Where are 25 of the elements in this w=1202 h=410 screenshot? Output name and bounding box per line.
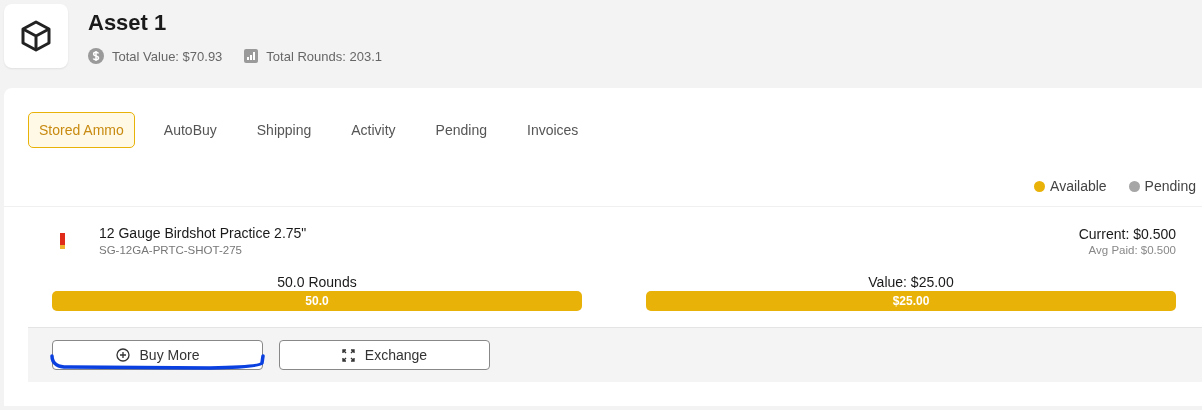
meter-label: 50.0 Rounds <box>276 274 358 290</box>
stat-text: Total Value: $70.93 <box>112 48 223 64</box>
legend-label: Available <box>1050 178 1107 194</box>
legend-label: Pending <box>1144 178 1196 194</box>
avg-paid: Avg Paid: $0.500 <box>1087 243 1176 256</box>
product-name: 12 Gauge Birdshot Practice 2.75" <box>99 225 308 241</box>
bar-chart-icon <box>244 49 259 63</box>
tab[interactable]: AutoBuy <box>152 112 228 148</box>
progress-bar: 50.0 <box>52 291 582 311</box>
tab[interactable]: Shipping <box>245 112 323 148</box>
dollar-icon <box>88 48 104 64</box>
exchange-button[interactable]: Exchange <box>279 340 490 370</box>
meter-label: Value: $25.00 <box>867 274 955 290</box>
asset-title: Asset 1 <box>88 10 168 36</box>
plus-circle-icon <box>115 348 130 362</box>
stat-text: Total Rounds: 203.1 <box>266 48 382 64</box>
tab[interactable]: Activity <box>340 112 407 148</box>
cube-icon <box>21 20 51 52</box>
progress-bar: $25.00 <box>646 291 1176 311</box>
tab[interactable]: Invoices <box>516 112 590 148</box>
expand-icon <box>341 348 355 362</box>
shell-icon <box>60 232 65 249</box>
current-price: Current: $0.500 <box>1078 225 1176 242</box>
product-sku: SG-12GA-PRTC-SHOT-275 <box>99 244 243 256</box>
tab[interactable]: Pending <box>424 112 498 148</box>
